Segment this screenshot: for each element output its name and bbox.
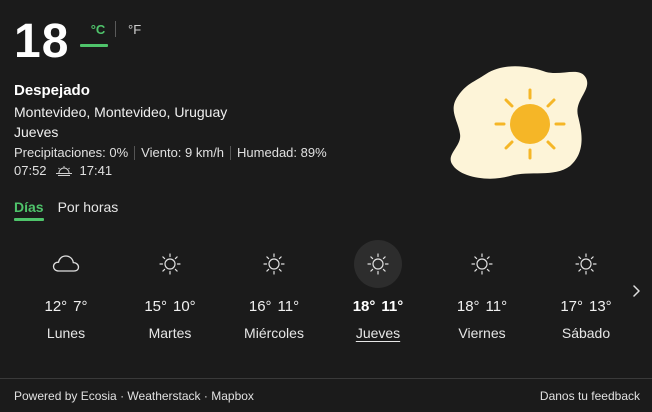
humidity-stat: Humedad: 89% (237, 145, 327, 160)
weather-condition: Despejado (14, 82, 90, 99)
footer-credits: Powered by Ecosia · Weatherstack · Mapbo… (14, 389, 254, 403)
unit-separator (115, 21, 116, 37)
forecast-min: 11° (277, 298, 300, 315)
footer-dot: · (116, 389, 128, 403)
tab-days[interactable]: Días (14, 199, 44, 221)
forecast-day-label: Miércoles (244, 325, 304, 341)
ecosia-link[interactable]: Powered by Ecosia (14, 389, 117, 403)
forecast-temps: 18° 11° (326, 298, 430, 315)
forecast-icon-wrap (250, 240, 298, 288)
precipitation-stat: Precipitaciones: 0% (14, 145, 129, 160)
forecast-day-friday[interactable]: 18° 11° Viernes (430, 240, 534, 350)
forecast-day-label: Lunes (46, 325, 86, 341)
forecast-temps: 15° 10° (118, 298, 222, 315)
forecast-day-thursday[interactable]: 18° 11° Jueves (326, 240, 430, 350)
forecast-day-saturday[interactable]: 17° 13° Sábado (534, 240, 638, 350)
sun-icon (471, 253, 493, 275)
forecast-min: 13° (589, 298, 612, 315)
forecast-max: 18° (352, 298, 376, 315)
forecast-max: 15° (144, 298, 167, 315)
sunset-time: 17:41 (79, 163, 113, 178)
chevron-right-icon[interactable] (628, 283, 644, 299)
location-name: Montevideo, Montevideo, Uruguay (14, 104, 228, 120)
forecast-day-tuesday[interactable]: 15° 10° Martes (118, 240, 222, 350)
hero-sun-icon (450, 66, 588, 179)
cloud-icon (52, 255, 80, 272)
forecast-min: 10° (173, 298, 196, 315)
stat-separator (230, 145, 232, 160)
forecast-day-label: Sábado (561, 325, 611, 341)
forecast-tabs: Días Por horas (14, 199, 132, 221)
mapbox-link[interactable]: Mapbox (211, 389, 254, 403)
daily-forecast: 12° 7° Lunes 15° 10° Martes 16° 11° Miér… (14, 240, 626, 350)
weatherstack-link[interactable]: Weatherstack (127, 389, 200, 403)
celsius-toggle[interactable]: °C (86, 22, 110, 37)
forecast-day-wednesday[interactable]: 16° 11° Miércoles (222, 240, 326, 350)
footer-dot: · (200, 389, 212, 403)
celsius-active-indicator (80, 44, 108, 47)
forecast-day-monday[interactable]: 12° 7° Lunes (14, 240, 118, 350)
forecast-min: 11° (485, 298, 508, 315)
fahrenheit-toggle[interactable]: °F (128, 22, 141, 37)
forecast-min: 11° (381, 298, 404, 315)
current-day: Jueves (14, 124, 59, 140)
forecast-max: 12° (44, 298, 68, 315)
wind-stat: Viento: 9 km/h (141, 145, 225, 160)
sunrise-time: 07:52 (14, 163, 47, 178)
forecast-icon-wrap (354, 240, 402, 288)
forecast-temps: 18° 11° (430, 298, 534, 315)
forecast-temps: 12° 7° (14, 298, 118, 315)
feedback-link[interactable]: Danos tu feedback (540, 389, 640, 403)
stat-separator (134, 145, 136, 160)
forecast-max: 18° (456, 298, 480, 315)
temperature-value: 18 (14, 15, 70, 68)
forecast-temps: 17° 13° (534, 298, 638, 315)
forecast-day-label: Martes (148, 325, 192, 341)
forecast-icon-wrap (42, 240, 90, 288)
forecast-icon-wrap (458, 240, 506, 288)
forecast-max: 16° (248, 298, 272, 315)
forecast-max: 17° (560, 298, 583, 315)
footer: Powered by Ecosia · Weatherstack · Mapbo… (0, 378, 652, 412)
sun-icon (263, 253, 285, 275)
sun-times: 07:52 17:41 (14, 163, 112, 178)
forecast-min: 7° (73, 298, 88, 315)
sun-icon (159, 253, 181, 275)
sun-icon (575, 253, 597, 275)
forecast-icon-wrap (146, 240, 194, 288)
forecast-temps: 16° 11° (222, 298, 326, 315)
forecast-day-label: Jueves (355, 325, 401, 341)
weather-stats: Precipitaciones: 0% Viento: 9 km/h Humed… (14, 145, 327, 160)
sun-icon (367, 253, 389, 275)
forecast-icon-wrap (562, 240, 610, 288)
tab-hours[interactable]: Por horas (58, 199, 119, 221)
forecast-day-label: Viernes (458, 325, 506, 341)
sunset-icon (55, 165, 72, 176)
